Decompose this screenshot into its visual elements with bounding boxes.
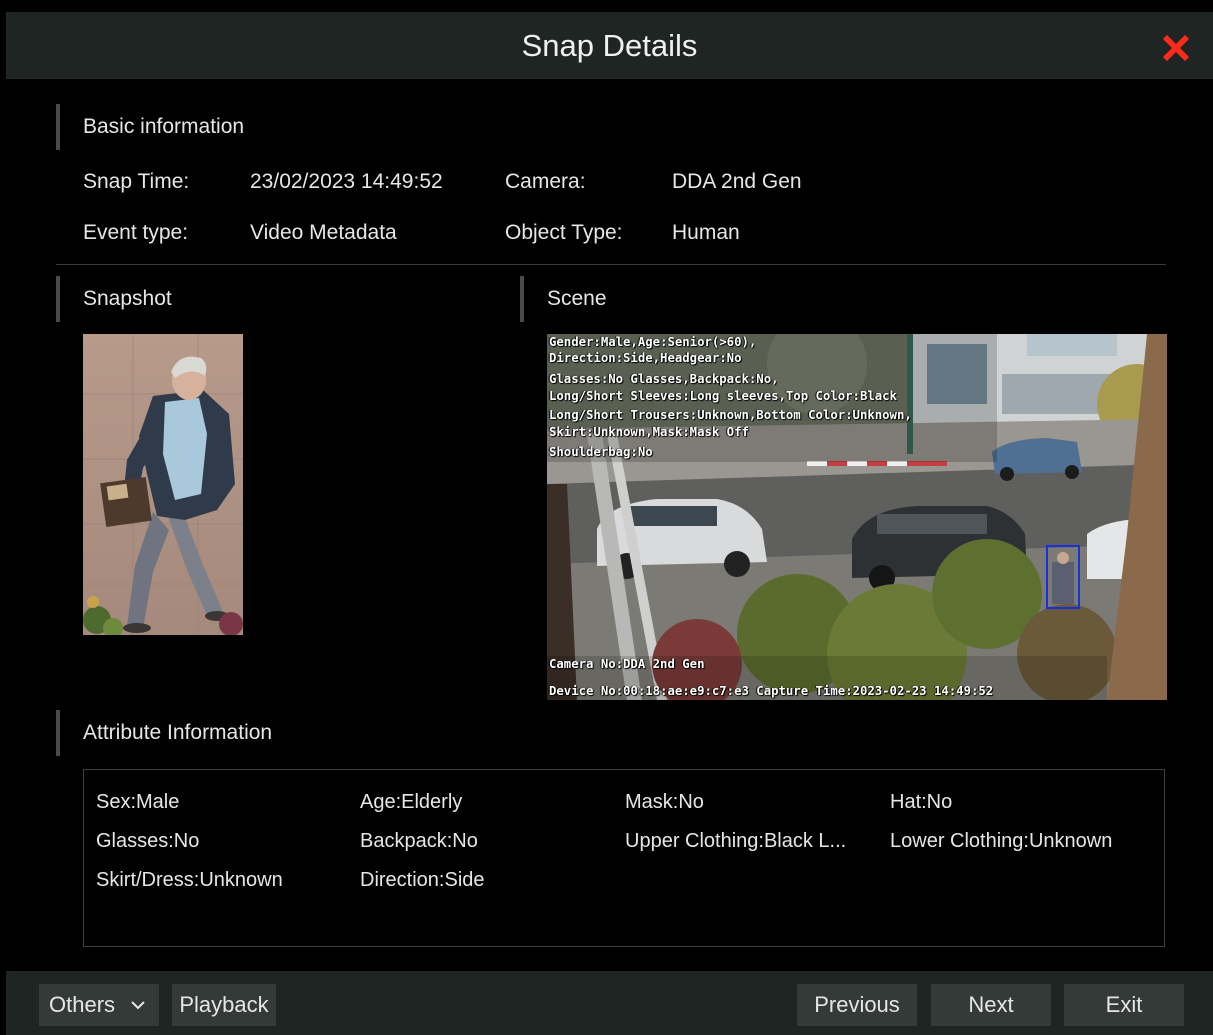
snap-time-value: 23/02/2023 14:49:52 xyxy=(250,170,443,193)
snapshot-heading: Snapshot xyxy=(56,276,172,322)
camera-value: DDA 2nd Gen xyxy=(672,170,802,193)
scene-image[interactable]: Gender:Male,Age:Senior(>60), Direction:S… xyxy=(547,334,1167,700)
attr-skirt-dress: Skirt/Dress:Unknown xyxy=(96,869,283,891)
camera-label: Camera: xyxy=(505,170,586,193)
attribute-panel: Sex:Male Age:Elderly Mask:No Hat:No Glas… xyxy=(83,769,1165,947)
attr-hat: Hat:No xyxy=(890,791,953,813)
scene-heading: Scene xyxy=(520,276,607,322)
chevron-down-icon xyxy=(131,1001,145,1010)
object-type-label: Object Type: xyxy=(505,221,623,244)
attr-sex: Sex:Male xyxy=(96,791,180,813)
close-icon[interactable] xyxy=(1158,30,1194,66)
attr-glasses: Glasses:No xyxy=(96,830,200,852)
dialog-title: Snap Details xyxy=(521,28,698,63)
basic-info-heading: Basic information xyxy=(56,104,244,150)
snap-time-label: Snap Time: xyxy=(83,170,190,193)
footer-bar: Others Playback Previous Next Exit xyxy=(6,971,1213,1035)
attr-lower-clothing: Lower Clothing:Unknown xyxy=(890,830,1113,852)
title-bar: Snap Details xyxy=(6,12,1213,79)
exit-button[interactable]: Exit xyxy=(1064,984,1184,1026)
snapshot-image[interactable] xyxy=(83,334,243,635)
attribute-info-heading: Attribute Information xyxy=(56,710,272,756)
event-type-value: Video Metadata xyxy=(250,221,397,244)
object-type-value: Human xyxy=(672,221,740,244)
attr-upper-clothing: Upper Clothing:Black L... xyxy=(625,830,847,852)
others-label: Others xyxy=(49,992,116,1017)
section-divider xyxy=(56,264,1166,265)
next-button[interactable]: Next xyxy=(931,984,1051,1026)
attr-backpack: Backpack:No xyxy=(360,830,478,852)
attr-age: Age:Elderly xyxy=(360,791,463,813)
event-type-label: Event type: xyxy=(83,221,189,244)
snap-details-dialog: Snap Details Basic information Snap Time… xyxy=(6,12,1213,1035)
attr-mask: Mask:No xyxy=(625,791,704,813)
attr-direction: Direction:Side xyxy=(360,869,485,891)
others-dropdown[interactable]: Others xyxy=(39,984,159,1026)
previous-button[interactable]: Previous xyxy=(797,984,917,1026)
playback-button[interactable]: Playback xyxy=(172,984,276,1026)
